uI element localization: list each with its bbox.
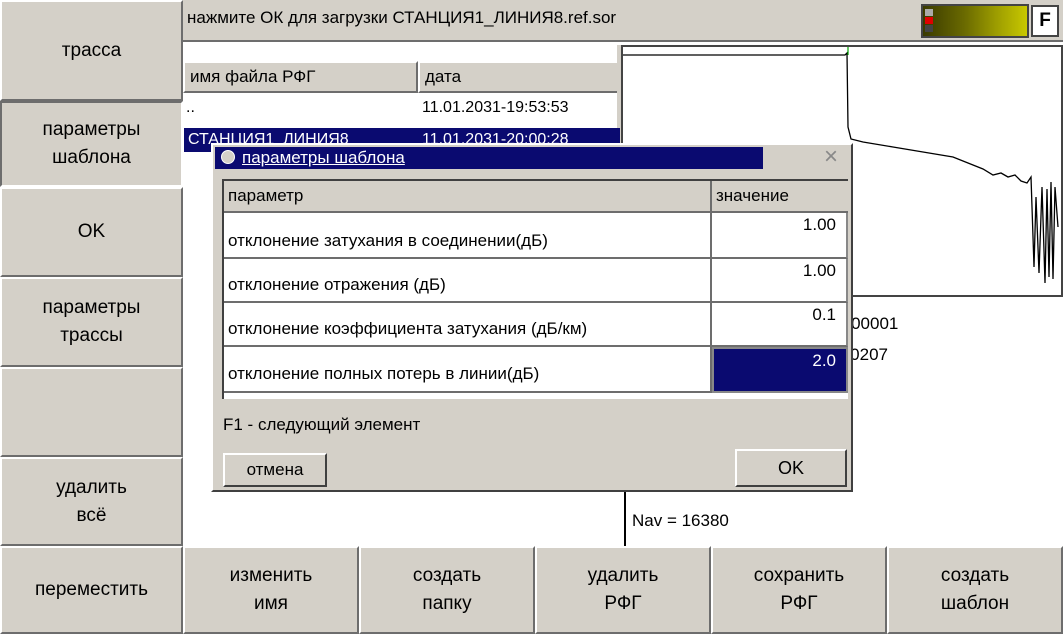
dialog-title: параметры шаблона xyxy=(242,148,405,167)
close-icon[interactable]: × xyxy=(819,145,843,169)
app-icon xyxy=(221,150,235,164)
filter-indicator: F xyxy=(1031,5,1059,37)
param-name-cell: отклонение коэффициента затухания (дБ/км… xyxy=(224,303,712,347)
create-template-button[interactable]: создать шаблон xyxy=(887,546,1063,634)
param-name-cell: отклонение полных потерь в линии(дБ) xyxy=(224,347,712,393)
signal-level-indicator xyxy=(921,4,1029,38)
info-divider xyxy=(624,490,626,546)
param-value-cell[interactable]: 1.00 xyxy=(712,259,848,303)
delete-trace-button[interactable]: удалить РФГ xyxy=(535,546,711,634)
menu-trace-button[interactable]: трасса xyxy=(0,0,183,101)
menu-delete-all-button[interactable]: удалить всё xyxy=(0,457,183,546)
menu-trace-params-button[interactable]: параметры трассы xyxy=(0,277,183,367)
cancel-button[interactable]: отмена xyxy=(223,453,327,487)
column-header-value: значение xyxy=(712,181,848,213)
move-button[interactable]: переместить xyxy=(0,546,183,634)
column-header-param: параметр xyxy=(224,181,712,213)
rename-button[interactable]: изменить имя xyxy=(183,546,359,634)
nav-readout: Nav = 16380 xyxy=(632,511,729,530)
column-header-filename[interactable]: имя файла РФГ xyxy=(183,61,418,93)
menu-empty-button[interactable] xyxy=(0,367,183,457)
template-params-dialog: параметры шаблона × параметр значение от… xyxy=(211,143,853,492)
param-value-cell[interactable]: 0.1 xyxy=(712,303,848,347)
status-message: нажмите ОК для загрузки СТАНЦИЯ1_ЛИНИЯ8.… xyxy=(187,8,617,27)
menu-ok-button[interactable]: OK xyxy=(0,187,183,277)
hint-text: F1 - следующий элемент xyxy=(223,415,421,434)
column-header-date[interactable]: дата xyxy=(418,61,621,93)
param-value-cell-selected[interactable]: 2.0 xyxy=(712,347,848,393)
params-table: параметр значение отклонение затухания в… xyxy=(222,179,848,399)
param-value-cell[interactable]: 1.00 xyxy=(712,213,848,259)
dialog-title-bar[interactable]: параметры шаблона xyxy=(215,147,763,169)
save-trace-button[interactable]: сохранить РФГ xyxy=(711,546,887,634)
ok-button[interactable]: OK xyxy=(735,449,847,487)
list-item[interactable]: .. xyxy=(186,99,195,117)
create-folder-button[interactable]: создать папку xyxy=(359,546,535,634)
param-name-cell: отклонение отражения (дБ) xyxy=(224,259,712,303)
menu-template-params-button[interactable]: параметры шаблона xyxy=(0,101,183,187)
param-name-cell: отклонение затухания в соединении(дБ) xyxy=(224,213,712,259)
list-item-date: 11.01.2031-19:53:53 xyxy=(422,99,569,116)
